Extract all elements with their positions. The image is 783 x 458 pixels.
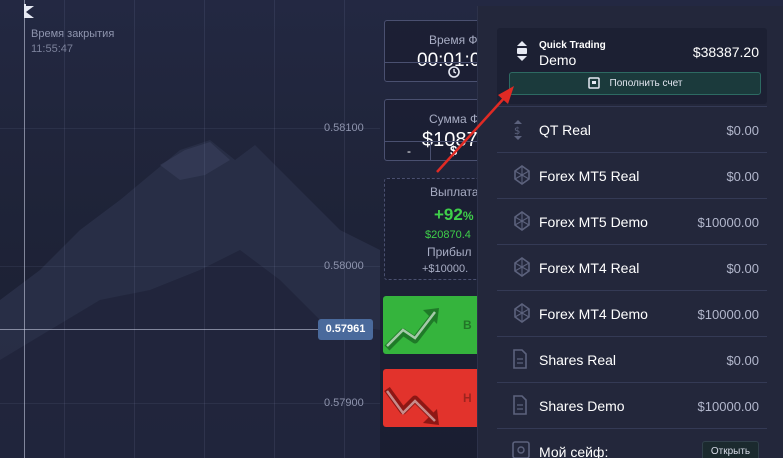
amount-minus-button[interactable]: - bbox=[407, 144, 411, 158]
amount-stepper: - $ bbox=[385, 141, 483, 160]
account-item-name: Shares Real bbox=[539, 352, 617, 368]
top-up-label: Пополнить счет bbox=[609, 78, 683, 89]
svg-text:$: $ bbox=[514, 126, 520, 137]
account-item-name: Forex MT4 Demo bbox=[539, 306, 648, 322]
account-item-balance: $0.00 bbox=[726, 353, 759, 368]
current-price-badge: 0.57961 bbox=[318, 319, 373, 340]
crosshair-horizontal bbox=[0, 329, 318, 330]
time-selector[interactable]: Время Ф 00:01:0 bbox=[384, 20, 484, 82]
payout-percent: +92% bbox=[434, 205, 474, 224]
profit-value: +$10000. bbox=[422, 263, 469, 275]
metatrader-icon bbox=[514, 257, 530, 277]
account-item-forex-mt4-demo[interactable]: Forex MT4 Demo $10000.00 bbox=[497, 290, 767, 336]
account-item-shares-real[interactable]: Shares Real $0.00 bbox=[497, 336, 767, 382]
grid-line bbox=[0, 128, 380, 129]
buy-up-button[interactable]: В bbox=[383, 296, 483, 354]
top-up-button[interactable]: Пополнить счет bbox=[509, 72, 761, 95]
safe-icon bbox=[512, 441, 530, 458]
metatrader-icon bbox=[514, 165, 530, 185]
dollar-arrows-icon: $ bbox=[514, 120, 522, 140]
clock-icon[interactable] bbox=[385, 63, 483, 81]
account-item-name: QT Real bbox=[539, 122, 591, 138]
payout-label: Выплата bbox=[430, 185, 479, 199]
amount-selector[interactable]: Сумма Ф $1087 - $ bbox=[384, 99, 484, 161]
amount-label: Сумма Ф bbox=[429, 112, 480, 126]
price-axis-tick: 0.58000 bbox=[324, 260, 364, 272]
metatrader-icon bbox=[514, 303, 530, 323]
account-item-qt-real[interactable]: $ QT Real $0.00 bbox=[497, 106, 767, 152]
account-dropdown: Quick Trading Demo $38387.20 Пополнить с… bbox=[477, 6, 783, 458]
account-item-name: Forex MT5 Real bbox=[539, 168, 640, 184]
sell-down-label: Н bbox=[463, 391, 472, 405]
open-safe-button[interactable]: Открыть bbox=[702, 441, 759, 458]
trend-down-icon bbox=[384, 386, 439, 425]
time-label: Время Ф bbox=[429, 33, 478, 47]
expiry-flag-icon bbox=[26, 6, 34, 18]
price-axis-tick: 0.58100 bbox=[324, 122, 364, 134]
time-mode-bar bbox=[385, 62, 483, 81]
sell-down-button[interactable]: Н bbox=[383, 369, 483, 427]
account-item-forex-mt5-real[interactable]: Forex MT5 Real $0.00 bbox=[497, 152, 767, 198]
current-account-card[interactable]: Quick Trading Demo $38387.20 Пополнить с… bbox=[497, 28, 767, 104]
grid-line bbox=[64, 0, 65, 458]
metatrader-icon bbox=[514, 211, 530, 231]
grid-line bbox=[274, 0, 275, 458]
payout-box: Выплата +92% $20870.4 Прибыл +$10000. bbox=[384, 178, 484, 280]
account-name: Demo bbox=[539, 52, 577, 68]
payout-amount: $20870.4 bbox=[425, 229, 471, 241]
grid-line bbox=[204, 0, 205, 458]
dollar-arrows-icon bbox=[517, 41, 527, 61]
document-icon bbox=[513, 349, 527, 369]
account-balance: $38387.20 bbox=[692, 44, 759, 60]
grid-line bbox=[0, 266, 380, 267]
account-item-balance: $0.00 bbox=[726, 169, 759, 184]
buy-up-label: В bbox=[463, 318, 472, 332]
account-item-shares-demo[interactable]: Shares Demo $10000.00 bbox=[497, 382, 767, 428]
stepper-divider bbox=[430, 142, 431, 160]
price-axis-tick: 0.57900 bbox=[324, 397, 364, 409]
crosshair-vertical bbox=[24, 0, 25, 458]
trend-up-icon bbox=[384, 308, 439, 351]
grid-line bbox=[0, 403, 380, 404]
account-item-my-safe[interactable]: Мой сейф: Открыть bbox=[497, 428, 767, 458]
account-item-forex-mt4-real[interactable]: Forex MT4 Real $0.00 bbox=[497, 244, 767, 290]
account-item-name: Forex MT5 Demo bbox=[539, 214, 648, 230]
amount-currency-button[interactable]: $ bbox=[450, 143, 457, 158]
account-item-name: Forex MT4 Real bbox=[539, 260, 640, 276]
safe-label: Мой сейф: bbox=[539, 444, 609, 458]
account-item-balance: $0.00 bbox=[726, 261, 759, 276]
grid-line bbox=[134, 0, 135, 458]
close-time-label: Время закрытия bbox=[31, 28, 115, 40]
document-icon bbox=[513, 395, 527, 415]
account-item-balance: $10000.00 bbox=[697, 307, 759, 322]
account-item-balance: $10000.00 bbox=[697, 215, 759, 230]
account-item-balance: $10000.00 bbox=[697, 399, 759, 414]
grid-line bbox=[344, 0, 345, 458]
account-type-label: Quick Trading bbox=[539, 40, 606, 51]
account-item-balance: $0.00 bbox=[726, 123, 759, 138]
account-item-name: Shares Demo bbox=[539, 398, 625, 414]
profit-label: Прибыл bbox=[427, 245, 472, 259]
wallet-icon bbox=[587, 77, 600, 90]
close-time-value: 11:55:47 bbox=[31, 43, 74, 55]
account-item-forex-mt5-demo[interactable]: Forex MT5 Demo $10000.00 bbox=[497, 198, 767, 244]
